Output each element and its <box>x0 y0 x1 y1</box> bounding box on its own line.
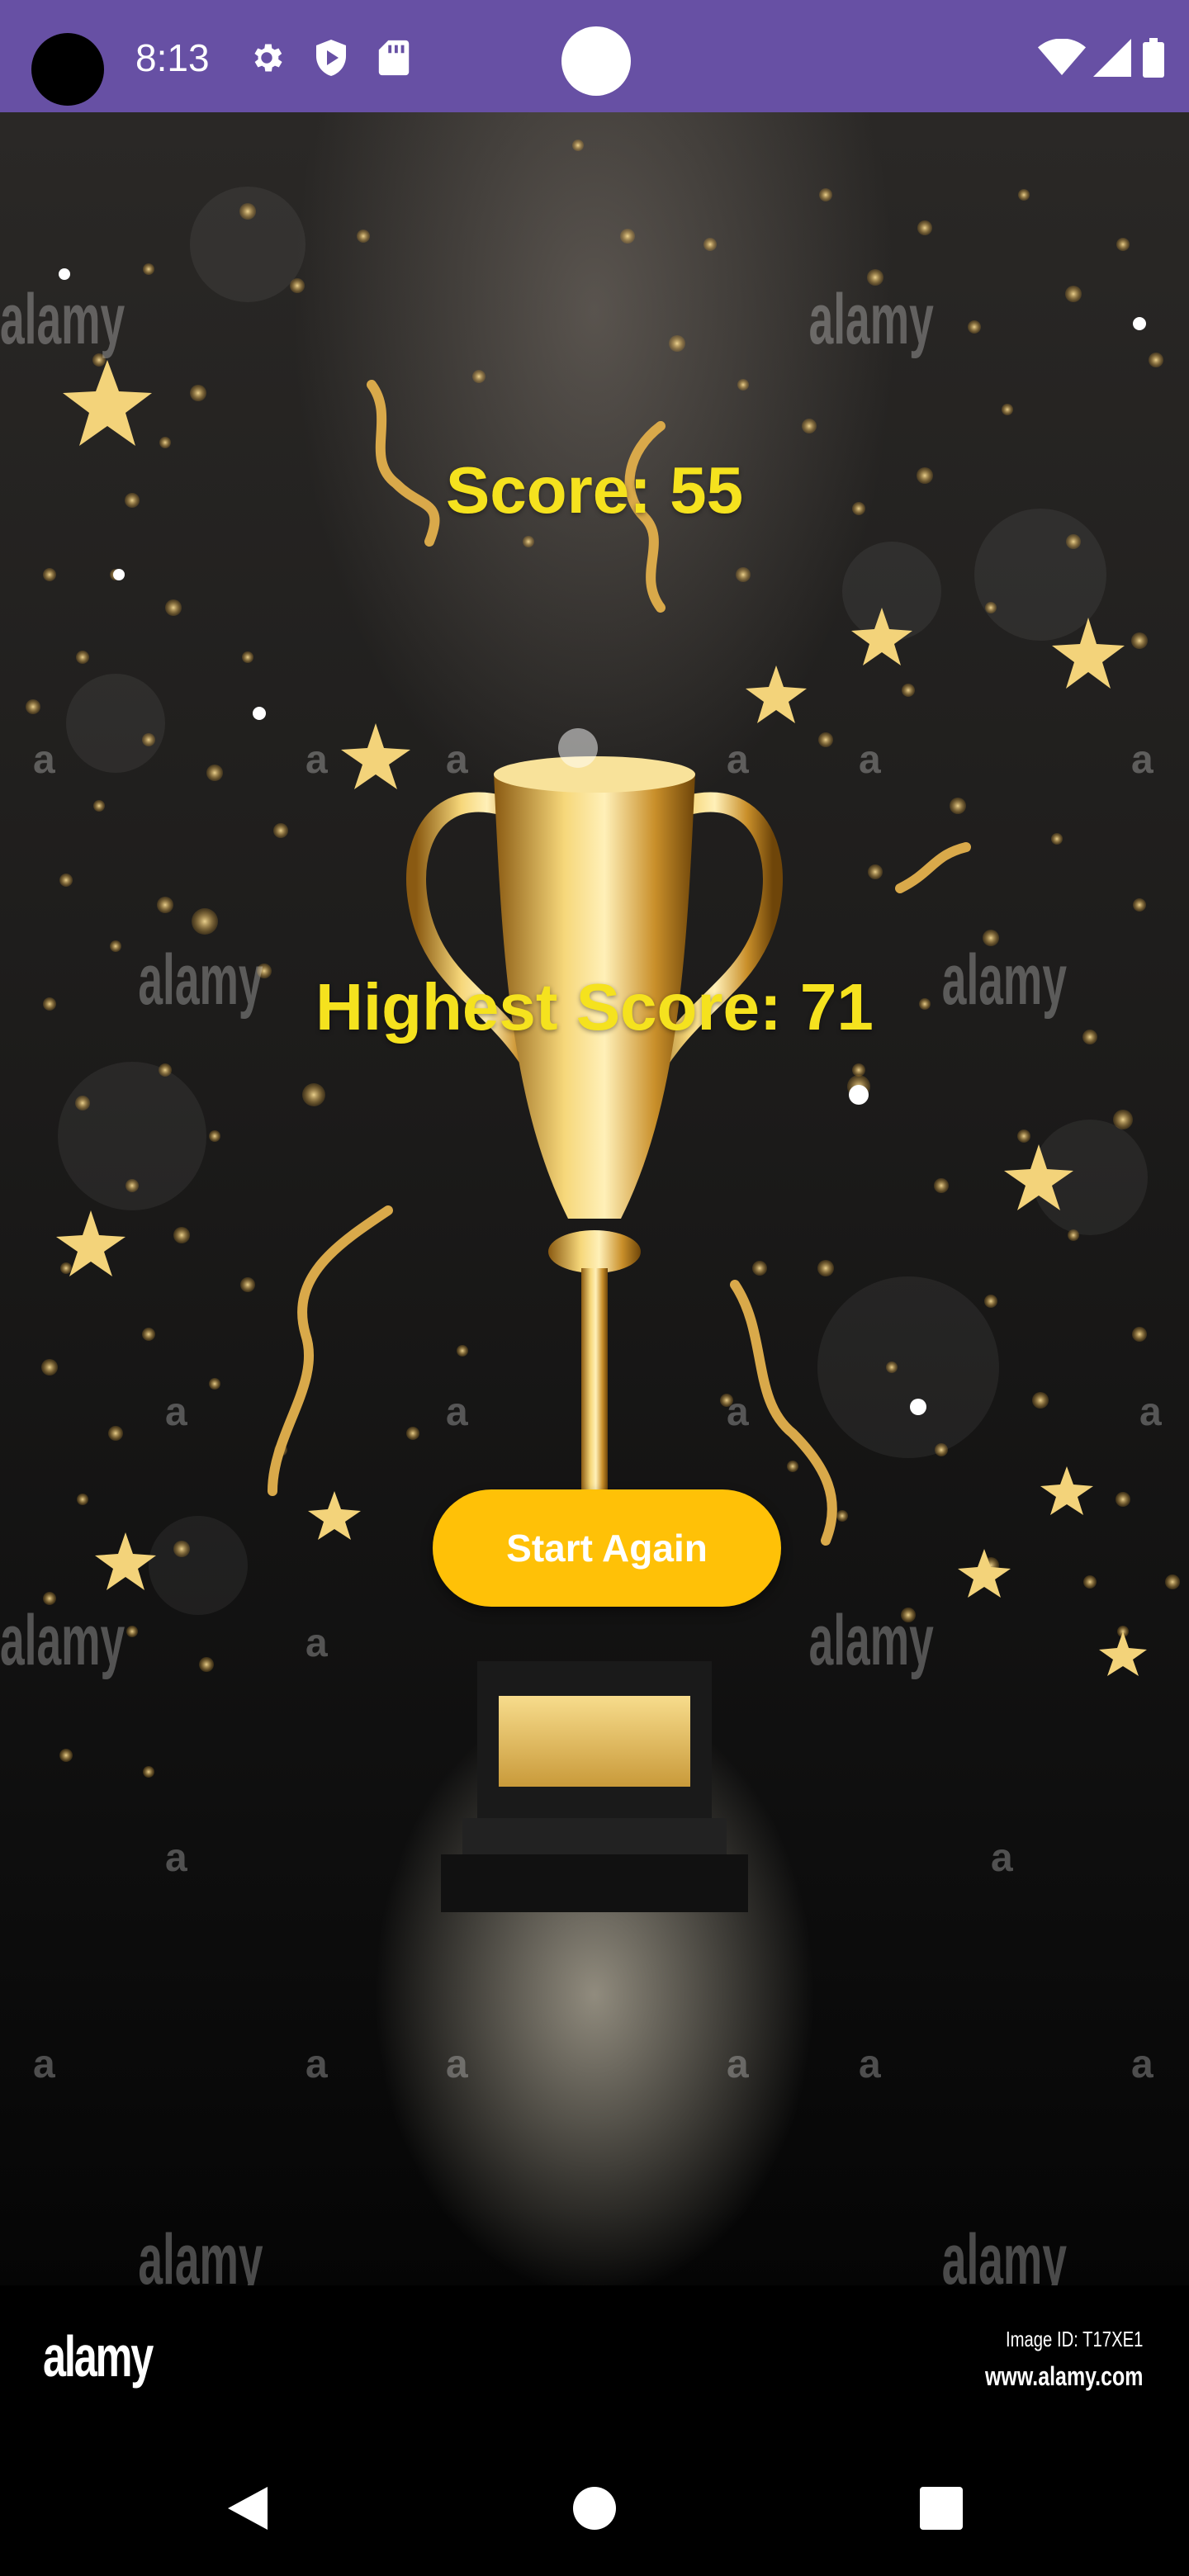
svg-text:a: a <box>727 738 749 782</box>
svg-text:a: a <box>859 738 881 782</box>
sd-card-icon <box>375 35 413 81</box>
svg-text:a: a <box>306 738 328 782</box>
svg-text:alamy: alamy <box>942 2220 1067 2285</box>
trophy-celebration-background: alamy alamy alamy alamy alamy alamy alam… <box>0 140 1180 2285</box>
game-over-screen: alamy alamy alamy alamy alamy alamy alam… <box>0 112 1189 2285</box>
battery-icon <box>1139 35 1168 81</box>
svg-text:alamy: alamy <box>0 1601 125 1680</box>
svg-text:a: a <box>1139 1390 1162 1434</box>
svg-text:a: a <box>165 1390 187 1434</box>
svg-text:a: a <box>1131 2043 1153 2086</box>
center-indicator <box>561 26 631 96</box>
svg-text:alamy: alamy <box>138 2220 263 2285</box>
status-time: 8:13 <box>135 36 210 79</box>
shield-play-icon <box>310 35 352 81</box>
svg-text:a: a <box>1131 738 1153 782</box>
settings-icon <box>246 35 287 81</box>
home-icon[interactable] <box>561 2475 628 2541</box>
svg-text:a: a <box>306 1622 328 1665</box>
svg-text:a: a <box>306 2043 328 2086</box>
svg-text:alamy: alamy <box>809 1601 934 1680</box>
back-icon[interactable] <box>215 2475 281 2541</box>
signal-icon <box>1092 35 1133 81</box>
svg-text:a: a <box>727 1390 749 1434</box>
watermark-image-id: Image ID: T17XE1 <box>1005 2327 1143 2351</box>
svg-text:a: a <box>33 738 55 782</box>
svg-text:alamy: alamy <box>809 280 934 359</box>
status-bar: 8:13 <box>0 0 1189 112</box>
highest-score: Highest Score: 71 <box>315 970 874 1044</box>
svg-text:a: a <box>446 738 468 782</box>
current-score: Score: 55 <box>445 453 744 527</box>
trophy-image <box>406 728 783 1912</box>
svg-text:a: a <box>165 1836 187 1880</box>
wifi-icon <box>1037 35 1087 81</box>
svg-text:alamy: alamy <box>0 280 125 359</box>
start-again-button[interactable]: Start Again <box>433 1489 781 1607</box>
navigation-bar <box>0 2442 1189 2576</box>
camera-cutout <box>31 33 104 106</box>
svg-text:a: a <box>727 2043 749 2086</box>
svg-text:a: a <box>446 2043 468 2086</box>
svg-text:a: a <box>33 2043 55 2086</box>
recents-icon[interactable] <box>908 2475 974 2541</box>
svg-text:a: a <box>859 2043 881 2086</box>
watermark-url: www.alamy.com <box>984 2361 1143 2391</box>
image-watermark-banner: alamy Image ID: T17XE1 www.alamy.com <box>0 2285 1189 2442</box>
svg-text:a: a <box>991 1836 1013 1880</box>
svg-text:a: a <box>446 1390 468 1434</box>
watermark-logo: alamy <box>43 2324 154 2389</box>
